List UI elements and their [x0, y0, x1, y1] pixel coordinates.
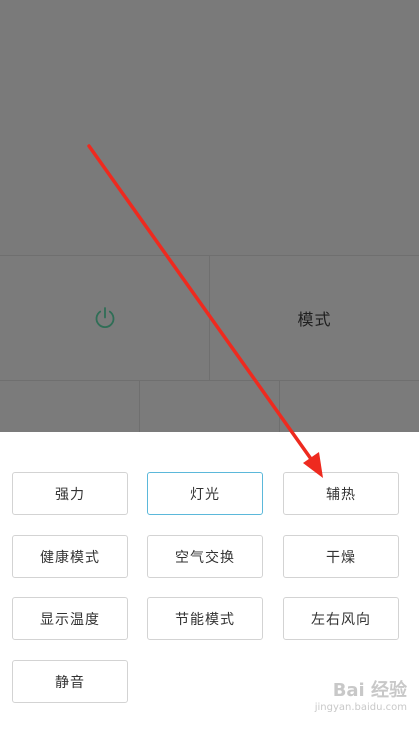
option-button-left-right-swing[interactable]: 左右风向 — [283, 597, 399, 640]
control-row: 模式 — [0, 255, 419, 381]
power-button[interactable] — [0, 256, 209, 380]
option-button-health-mode[interactable]: 健康模式 — [12, 535, 128, 578]
dimmed-top-area[interactable] — [0, 0, 419, 255]
option-button-aux-heat[interactable]: 辅热 — [283, 472, 399, 515]
option-button-air-exchange[interactable]: 空气交换 — [147, 535, 263, 578]
secondary-cell-3[interactable] — [279, 381, 419, 432]
option-button-mute[interactable]: 静音 — [12, 660, 128, 703]
option-button-energy-saving[interactable]: 节能模式 — [147, 597, 263, 640]
secondary-cell-2[interactable] — [139, 381, 279, 432]
watermark-url: jingyan.baidu.com — [314, 702, 407, 713]
mode-button[interactable]: 模式 — [209, 256, 419, 380]
option-button-dry[interactable]: 干燥 — [283, 535, 399, 578]
watermark-brand: Bai 经验 — [332, 680, 407, 701]
option-button-light[interactable]: 灯光 — [147, 472, 263, 515]
watermark: Bai 经验 jingyan.baidu.com — [287, 680, 407, 720]
power-icon — [93, 306, 117, 330]
app-screen: 模式 强力 灯光 辅热 健康模式 空气交换 干燥 显示温度 节能模式 左右风向 … — [0, 0, 419, 732]
secondary-cell-1[interactable] — [0, 381, 139, 432]
option-button-strong[interactable]: 强力 — [12, 472, 128, 515]
option-button-show-temperature[interactable]: 显示温度 — [12, 597, 128, 640]
mode-label: 模式 — [297, 310, 332, 329]
secondary-control-row — [0, 381, 419, 432]
